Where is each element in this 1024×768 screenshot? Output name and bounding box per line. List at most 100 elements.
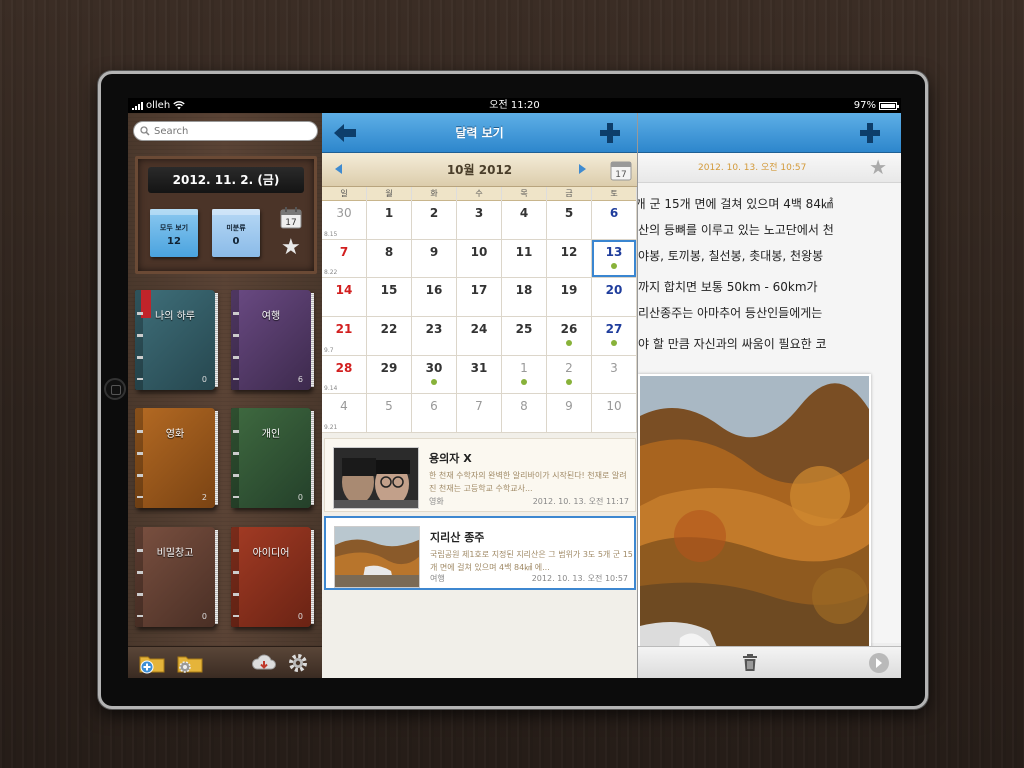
day-number: 11 xyxy=(515,244,533,259)
calendar-day[interactable]: 3 xyxy=(457,201,502,240)
calendar-day[interactable]: 17 xyxy=(457,278,502,317)
calendar-day[interactable]: 10 xyxy=(592,394,637,433)
detail-line: 지리산종주는 아마추어 등산인들에게는 xyxy=(638,306,823,320)
calendar-day[interactable]: 8 xyxy=(367,239,412,279)
calendar-day[interactable]: 6 xyxy=(592,201,637,240)
entry-marker-dot xyxy=(566,378,572,385)
calendar-icon[interactable]: 17 xyxy=(279,206,303,234)
entry-title: 지리산 종주 xyxy=(430,531,485,544)
calendar-day[interactable]: 23 xyxy=(412,317,457,356)
day-number: 2 xyxy=(429,206,439,220)
calendar-day[interactable]: 3 xyxy=(592,355,637,395)
calendar-day[interactable]: 18 xyxy=(502,278,547,317)
calendar-day[interactable]: 7 8.22 xyxy=(322,239,367,279)
calendar-day[interactable]: 1 xyxy=(367,201,412,240)
calendar-panel: 달력 보기 10월 2012 17 일월화수목금토 30 8.15 1 2 3 4 5 6 7 8… xyxy=(322,113,638,678)
uncategorized-note[interactable]: 미분류 0 xyxy=(212,209,260,257)
weekday-label: 수 xyxy=(457,187,502,201)
calendar-day[interactable]: 21 9.7 xyxy=(322,317,367,356)
calendar-day[interactable]: 27 xyxy=(592,317,637,356)
calendar-day[interactable]: 4 9.21 xyxy=(322,394,367,433)
calendar-day[interactable]: 11 xyxy=(502,239,547,279)
calendar-day[interactable]: 20 xyxy=(592,278,637,317)
notebook-travel[interactable]: 여행 6 xyxy=(231,290,314,390)
calendar-day[interactable]: 1 xyxy=(502,355,547,395)
view-all-note[interactable]: 모두 보기 12 xyxy=(150,209,198,257)
calendar-day[interactable]: 31 xyxy=(457,355,502,395)
notebook-movies[interactable]: 영화 2 xyxy=(135,408,218,508)
cloud-download-icon[interactable] xyxy=(250,652,278,674)
entry-excerpt: 한 천재 수학자의 완벽한 알리바이가 시작된다! 천재로 알려진 천재는 고등… xyxy=(429,471,627,493)
calendar-day[interactable]: 4 xyxy=(502,201,547,240)
calendar-day[interactable]: 12 xyxy=(547,239,592,279)
calendar-day[interactable]: 30 8.15 xyxy=(322,201,367,240)
calendar-day[interactable]: 7 xyxy=(457,394,502,433)
next-entry-icon[interactable] xyxy=(869,653,889,673)
entry-category: 영화 xyxy=(429,497,444,506)
calendar-day[interactable]: 5 xyxy=(547,201,592,240)
calendar-day[interactable]: 15 xyxy=(367,278,412,317)
month-header: 10월 2012 17 xyxy=(322,153,637,187)
folder-settings-icon[interactable] xyxy=(176,652,204,674)
entry-date: 2012. 10. 13. 오전 10:57 xyxy=(531,574,628,583)
search-bar[interactable] xyxy=(133,121,318,141)
day-number: 28 xyxy=(335,360,353,375)
add-entry-icon[interactable] xyxy=(859,122,881,148)
calendar-day[interactable]: 14 xyxy=(322,278,367,317)
search-input[interactable] xyxy=(154,125,304,137)
favorites-star-icon[interactable]: ★ xyxy=(281,237,301,259)
calendar-day[interactable]: 9 xyxy=(547,394,592,433)
gear-icon[interactable] xyxy=(286,652,314,674)
calendar-day[interactable]: 26 xyxy=(547,317,592,356)
calendar-day[interactable]: 10 xyxy=(457,239,502,279)
notebook-ideas[interactable]: 아이디어 0 xyxy=(231,527,314,627)
detail-photo[interactable] xyxy=(638,374,871,676)
today-calendar-icon[interactable]: 17 xyxy=(609,158,633,186)
detail-navbar xyxy=(638,113,901,153)
add-folder-icon[interactable] xyxy=(138,652,166,674)
notebook-secret[interactable]: 비밀창고 0 xyxy=(135,527,218,627)
calendar-day[interactable]: 29 xyxy=(367,355,412,395)
notebook-label: 아이디어 xyxy=(252,548,290,559)
calendar-day[interactable]: 19 xyxy=(547,278,592,317)
day-number: 1 xyxy=(520,360,528,375)
notebook-my-day[interactable]: 나의 하루 0 xyxy=(135,290,218,390)
day-number: 3 xyxy=(610,360,618,375)
lunar-date: 9.7 xyxy=(324,346,334,354)
calendar-day[interactable]: 6 xyxy=(412,394,457,433)
entry-marker-dot xyxy=(431,378,437,385)
calendar-navbar: 달력 보기 xyxy=(322,113,637,153)
clock: 오전 11:20 xyxy=(489,100,540,111)
entry-item[interactable]: 용의자 X 한 천재 수학자의 완벽한 알리바이가 시작된다! 천재로 알려진 … xyxy=(324,438,636,512)
calendar-day[interactable]: 22 xyxy=(367,317,412,356)
day-number: 13 xyxy=(605,244,623,259)
calendar-day[interactable]: 2 xyxy=(547,355,592,395)
calendar-day[interactable]: 25 xyxy=(502,317,547,356)
detail-line: 5개 군 15개 면에 걸쳐 있으며 4백 84㎢ xyxy=(638,197,833,211)
calendar-day-selected[interactable]: 13 xyxy=(592,239,637,279)
calendar-day[interactable]: 28 9.14 xyxy=(322,355,367,395)
day-number: 21 xyxy=(335,322,353,336)
calendar-day[interactable]: 9 xyxy=(412,239,457,279)
home-button[interactable] xyxy=(104,378,126,400)
next-month-icon[interactable] xyxy=(579,164,586,174)
calendar-day[interactable]: 5 xyxy=(367,394,412,433)
add-entry-icon[interactable] xyxy=(599,122,621,148)
calendar-day[interactable]: 2 xyxy=(412,201,457,240)
calendar-day[interactable]: 24 xyxy=(457,317,502,356)
notebook-personal[interactable]: 개인 0 xyxy=(231,408,314,508)
calendar-day[interactable]: 8 xyxy=(502,394,547,433)
day-number: 31 xyxy=(470,360,488,375)
day-number: 15 xyxy=(380,283,398,298)
day-number: 22 xyxy=(380,322,398,336)
entry-thumbnail xyxy=(334,526,420,588)
calendar-day[interactable]: 30 xyxy=(412,355,457,395)
calendar-day[interactable]: 16 xyxy=(412,278,457,317)
day-number: 27 xyxy=(605,322,623,336)
trash-icon[interactable] xyxy=(742,654,758,676)
favorite-star-icon[interactable]: ★ xyxy=(869,155,887,179)
entry-item-selected[interactable]: 지리산 종주 국립공원 제1호로 지정된 지리산은 그 범위가 3도 5개 군 … xyxy=(324,516,636,590)
notebook-sidebar: 2012. 11. 2. (금) 모두 보기 12 미분류 0 17 ★ 나의 … xyxy=(128,113,322,678)
notebook-label: 나의 하루 xyxy=(155,311,195,322)
day-number: 17 xyxy=(470,283,488,298)
